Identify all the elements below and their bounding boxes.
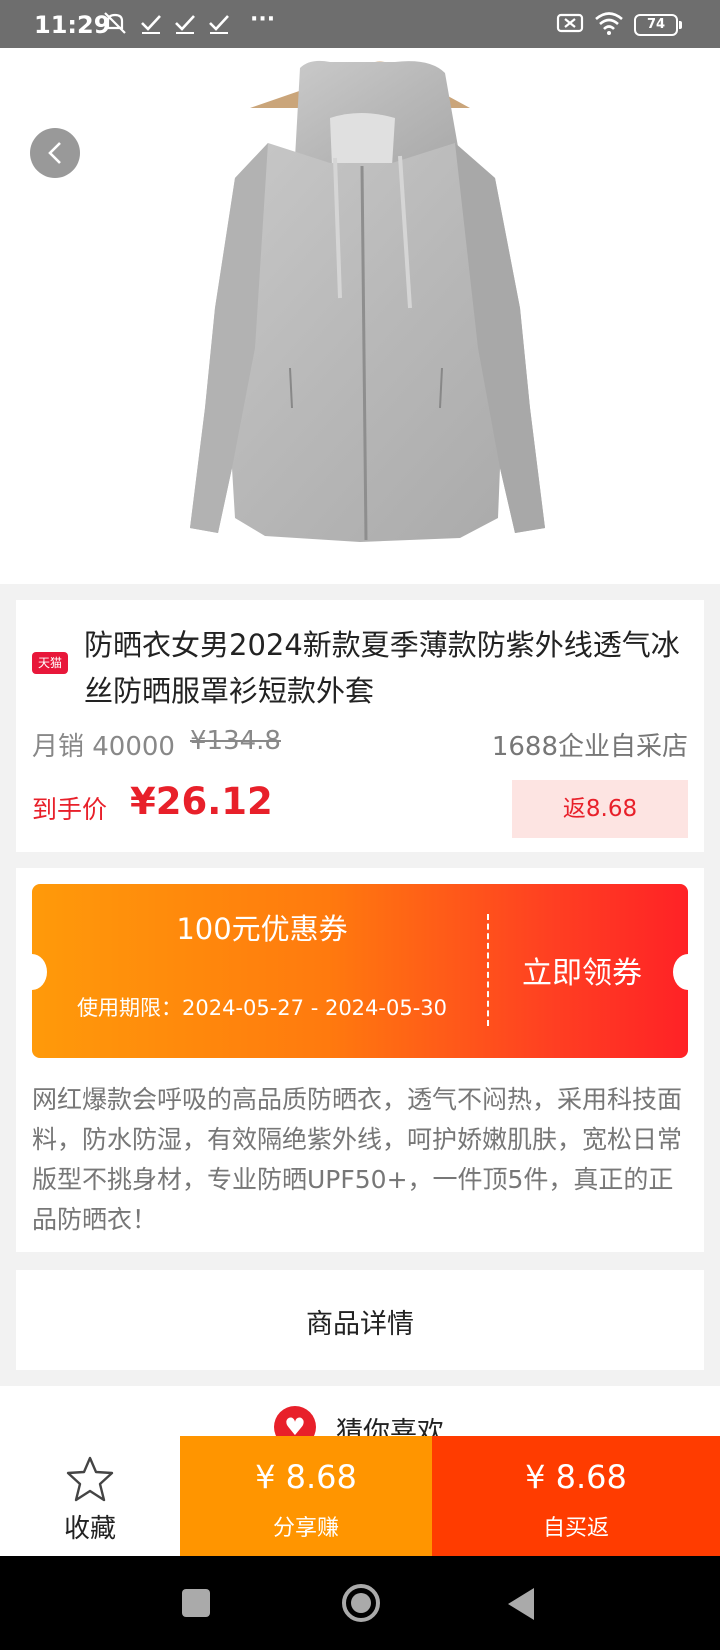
back-button[interactable] [30,128,80,178]
recents-icon[interactable] [182,1589,210,1617]
share-amount: ¥ 8.68 [255,1458,357,1496]
claim-coupon-button[interactable]: 立即领券 [502,948,662,992]
rebate-badge: 返8.68 [512,780,688,838]
check-icon [208,10,230,44]
star-icon [66,1456,114,1502]
favorite-label: 收藏 [63,1514,116,1544]
coupon-amount: 100元优惠券 [176,912,348,946]
coupon-card: 100元优惠券 使用期限：2024-05-27 - 2024-05-30 立即领… [16,868,704,1252]
wifi-icon [594,10,624,44]
coupon-banner[interactable]: 100元优惠券 使用期限：2024-05-27 - 2024-05-30 立即领… [32,884,688,1058]
system-nav-bar [0,1556,720,1650]
chevron-left-icon [48,142,61,164]
check-icon [174,10,196,44]
coupon-notch-right [673,954,688,990]
tmall-badge: 天猫 [32,652,68,674]
product-image [0,48,720,584]
self-buy-rebate-button[interactable]: ¥ 8.68 自买返 [432,1436,720,1556]
more-icon: ··· [250,7,276,32]
share-earn-button[interactable]: ¥ 8.68 分享赚 [180,1436,432,1556]
favorite-button[interactable]: 收藏 [0,1436,180,1556]
sim-off-icon [556,10,584,44]
final-price: ¥26.12 [130,780,273,823]
coupon-notch-left [32,954,47,990]
status-bar: 11:29 ··· 74 [0,0,720,48]
buy-amount: ¥ 8.68 [525,1458,627,1496]
back-triangle-icon[interactable] [508,1588,534,1620]
coupon-divider [487,914,489,1026]
buy-label: 自买返 [542,1516,609,1541]
product-description: 网红爆款会呼吸的高品质防晒衣，透气不闷热，采用科技面料，防水防湿，有效隔绝紫外线… [32,1085,683,1234]
home-icon[interactable] [342,1584,380,1622]
coupon-validity: 使用期限：2024-05-27 - 2024-05-30 [76,996,447,1020]
check-icon [140,10,162,44]
status-time: 11:29 [34,11,111,39]
product-details-label: 商品详情 [306,1309,414,1340]
product-info-card: 天猫 防晒衣女男2024新款夏季薄款防紫外线透气冰丝防晒服罩衫短款外套 月销 4… [16,600,704,852]
bottom-action-bar: 收藏 ¥ 8.68 分享赚 ¥ 8.68 自买返 [0,1436,720,1556]
monthly-sales: 月销 40000 [32,732,175,762]
product-details-section[interactable]: 商品详情 [16,1270,704,1370]
battery-icon: 74 [634,14,682,36]
final-price-label: 到手价 [32,795,108,824]
shop-name[interactable]: 1688企业自采店 [492,726,688,763]
jacket-illustration [190,60,545,542]
share-label: 分享赚 [272,1516,339,1541]
original-price: ¥134.8 [190,726,281,756]
mute-icon [102,10,128,44]
product-title: 防晒衣女男2024新款夏季薄款防紫外线透气冰丝防晒服罩衫短款外套 [84,628,680,708]
